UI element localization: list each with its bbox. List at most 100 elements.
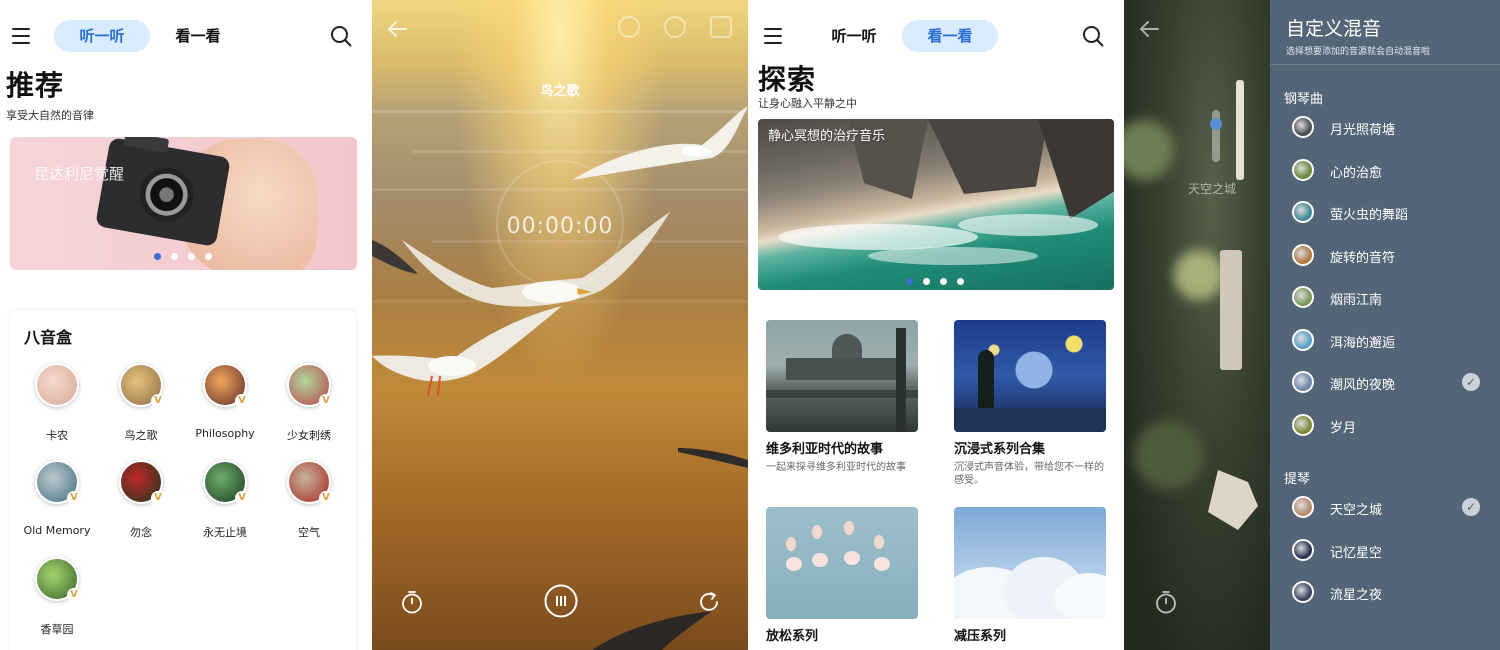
sound-thumbnail: [1292, 538, 1314, 561]
tile-title: 放松系列: [766, 629, 819, 644]
mix-screen: 天空之城 自定义混音 选择想要添加的音源就会自动混音啦 钢琴曲 月光照荷塘 心的治愈…: [1124, 0, 1500, 650]
tab-watch[interactable]: 看一看: [152, 20, 244, 52]
music-thumbnail: V: [35, 460, 81, 505]
flamingo-image: [766, 507, 918, 619]
music-box-item[interactable]: V Old Memory: [15, 460, 99, 537]
mix-item[interactable]: 潮风的夜晚 ✓: [1288, 369, 1488, 395]
mix-item[interactable]: 旋转的音符: [1288, 242, 1488, 268]
recommend-banner[interactable]: 昆达利尼觉醒: [10, 137, 357, 270]
mix-item-label: 天空之城: [1330, 503, 1383, 518]
theme-toggle-icon[interactable]: [618, 16, 640, 38]
music-label: 少女刺绣: [287, 429, 331, 442]
music-box-item[interactable]: 卡农: [15, 363, 99, 443]
banner-pager[interactable]: [906, 278, 964, 285]
music-box-item[interactable]: V Philosophy: [183, 363, 267, 440]
sound-thumbnail: [1292, 201, 1314, 223]
mix-item[interactable]: 岁月: [1288, 412, 1488, 438]
sound-thumbnail: [1292, 496, 1314, 518]
check-icon[interactable]: ✓: [1462, 373, 1480, 391]
timer-display: 00:00:00: [506, 214, 614, 239]
vip-badge-icon: V: [319, 394, 333, 408]
tile-title: 维多利亚时代的故事: [766, 442, 884, 457]
music-box-item[interactable]: V 永无止境: [183, 460, 267, 540]
wind-chime-background: [1124, 0, 1270, 650]
sound-thumbnail: [1292, 328, 1314, 351]
tab-watch[interactable]: 看一看: [902, 20, 998, 52]
music-thumbnail: V: [203, 363, 249, 408]
pause-button[interactable]: [544, 584, 578, 618]
page-title: 推荐: [6, 69, 65, 102]
tile-description: 沉浸式声音体验，带给您不一样的感受。: [954, 462, 1104, 486]
mix-item[interactable]: 流星之夜: [1288, 579, 1488, 605]
mix-item[interactable]: 洱海的邂逅: [1288, 327, 1488, 353]
pager-dot[interactable]: [906, 278, 913, 285]
section-label: 钢琴曲: [1284, 92, 1324, 107]
victorian-image: [766, 320, 918, 432]
music-label: 空气: [298, 526, 320, 539]
panel-title: 自定义混音: [1286, 18, 1382, 40]
music-label: 鸟之歌: [124, 429, 158, 442]
top-bar: 听一听 看一看: [748, 18, 1124, 54]
music-box-item[interactable]: V 少女刺绣: [267, 363, 351, 443]
pager-dot[interactable]: [940, 278, 947, 285]
vip-badge-icon: V: [67, 588, 81, 602]
banner-pager[interactable]: [154, 253, 212, 260]
explore-banner[interactable]: 静心冥想的治疗音乐: [758, 119, 1114, 290]
pager-dot[interactable]: [171, 253, 178, 260]
seagull-image: [372, 240, 418, 274]
music-thumbnail: [35, 363, 79, 407]
mix-item[interactable]: 天空之城 ✓: [1288, 494, 1488, 520]
seagull-image: [372, 306, 562, 397]
music-box-item[interactable]: V 勿念: [99, 460, 183, 540]
mix-item-label: 流星之夜: [1330, 588, 1383, 603]
search-icon[interactable]: [1082, 25, 1104, 47]
music-label: 香草园: [40, 623, 74, 636]
mix-item[interactable]: 心的治愈: [1288, 157, 1488, 183]
menu-icon[interactable]: [764, 28, 782, 44]
sound-thumbnail: [1292, 286, 1314, 308]
timer-icon[interactable]: [1154, 590, 1178, 614]
tile-title: 沉浸式系列合集: [954, 442, 1046, 457]
pager-dot[interactable]: [205, 253, 212, 260]
page-subtitle: 让身心融入平静之中: [758, 97, 857, 110]
video-tile[interactable]: 维多利亚时代的故事 一起来探寻维多利亚时代的故事: [766, 320, 918, 474]
mix-item[interactable]: 萤火虫的舞蹈: [1288, 199, 1488, 225]
timer-icon[interactable]: [400, 590, 424, 614]
music-box-item[interactable]: V 鸟之歌: [99, 363, 183, 443]
mix-item[interactable]: 烟雨江南: [1288, 284, 1488, 310]
page-subtitle: 享受大自然的音律: [6, 109, 94, 122]
loop-icon[interactable]: [697, 590, 721, 614]
pager-dot[interactable]: [957, 278, 964, 285]
mix-item-label: 洱海的邂逅: [1330, 335, 1396, 351]
mix-item-label: 旋转的音符: [1330, 250, 1396, 266]
tab-listen[interactable]: 听一听: [54, 20, 150, 52]
mix-item[interactable]: 月光照荷塘: [1288, 114, 1488, 140]
music-box-item[interactable]: V 香草园: [15, 557, 99, 637]
pager-dot[interactable]: [188, 253, 195, 260]
vip-badge-icon: V: [319, 491, 333, 505]
sound-thumbnail: [1292, 158, 1314, 181]
sound-thumbnail: [1292, 371, 1314, 393]
menu-icon[interactable]: [12, 28, 30, 44]
tab-listen[interactable]: 听一听: [808, 20, 900, 52]
music-box-item[interactable]: V 空气: [267, 460, 351, 540]
pager-dot[interactable]: [923, 278, 930, 285]
back-arrow-icon[interactable]: [386, 18, 408, 40]
search-icon[interactable]: [330, 25, 352, 47]
back-arrow-icon[interactable]: [1138, 18, 1160, 40]
video-tile[interactable]: 减压系列: [954, 507, 1106, 644]
volume-slider[interactable]: [1210, 110, 1222, 162]
check-icon[interactable]: ✓: [1462, 498, 1480, 516]
mix-item[interactable]: 记忆星空: [1288, 537, 1488, 563]
video-tile[interactable]: 沉浸式系列合集 沉浸式声音体验，带给您不一样的感受。: [954, 320, 1106, 487]
section-label: 提琴: [1284, 472, 1311, 487]
music-thumbnail: V: [119, 460, 165, 505]
video-tile[interactable]: 放松系列: [766, 507, 918, 644]
vip-badge-icon: V: [67, 491, 81, 505]
vip-badge-icon: V: [151, 394, 165, 408]
settings-icon[interactable]: [664, 16, 686, 38]
pager-dot[interactable]: [154, 253, 161, 260]
track-title: 天空之城: [1188, 182, 1237, 196]
mix-icon[interactable]: [710, 16, 732, 38]
mix-item-label: 岁月: [1330, 420, 1357, 436]
